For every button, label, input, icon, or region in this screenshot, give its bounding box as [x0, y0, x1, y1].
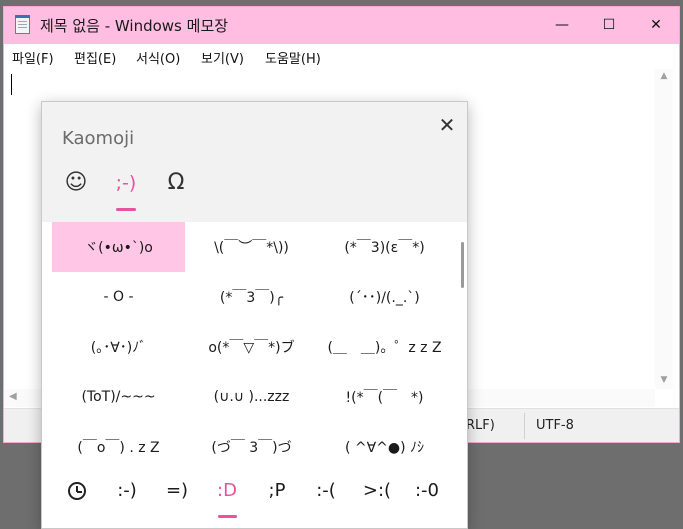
menu-view[interactable]: 보기(V)	[201, 48, 244, 67]
menu-help[interactable]: 도움말(H)	[265, 48, 321, 67]
subcategory-tab[interactable]: :-0	[410, 480, 444, 504]
scroll-up-icon[interactable]: ▲	[655, 71, 673, 81]
kaomoji-item[interactable]: (´･･)/(._.`)	[318, 272, 451, 322]
text-caret	[11, 74, 12, 95]
close-icon[interactable]: ✕	[434, 112, 460, 138]
active-subcategory-indicator	[218, 515, 237, 518]
kaomoji-item[interactable]: \(￣︶￣*\))	[185, 222, 318, 272]
subcategory-tab[interactable]: :-(	[311, 480, 341, 504]
kaomoji-item[interactable]: (＿ ＿)。゜z z Z	[318, 322, 451, 372]
kaomoji-item[interactable]: (づ￣ 3￣)づ	[185, 422, 318, 472]
active-category-indicator	[116, 208, 136, 211]
subcategory-tab[interactable]: =)	[162, 480, 192, 504]
maximize-button[interactable]: ☐	[586, 7, 632, 44]
menu-edit[interactable]: 편집(E)	[74, 48, 116, 67]
kaomoji-icon[interactable]: ;-)	[108, 172, 144, 210]
kaomoji-item[interactable]: o(*￣▽￣*)ブ	[185, 322, 318, 372]
kaomoji-item[interactable]: (*￣3)(ε￣*)	[318, 222, 451, 272]
notepad-icon	[15, 15, 30, 34]
kaomoji-item[interactable]: (∪.∪ )...zzz	[185, 372, 318, 422]
emoji-panel: Kaomoji ✕ ☺ ;-) Ω ヾ(•ω•`)o \(￣︶￣*\)) (*￣…	[41, 101, 468, 529]
menu-file[interactable]: 파일(F)	[12, 48, 54, 67]
kaomoji-item[interactable]: - O -	[52, 272, 185, 322]
scroll-left-icon[interactable]: ◀	[9, 391, 17, 402]
emoji-panel-header: Kaomoji ✕ ☺ ;-) Ω	[42, 102, 467, 222]
recent-clock-icon[interactable]	[68, 482, 86, 500]
omega-symbol-icon[interactable]: Ω	[158, 170, 194, 208]
status-divider	[524, 413, 525, 439]
kaomoji-item[interactable]: (ToT)/~~~	[52, 372, 185, 422]
menu-format[interactable]: 서식(O)	[136, 48, 180, 67]
kaomoji-subcategory-bar: :-) =) :D ;P :-( >:( :-0	[42, 472, 467, 528]
kaomoji-item[interactable]: (｡･∀･)ﾉﾞ	[52, 322, 185, 372]
title-bar[interactable]: 제목 없음 - Windows 메모장 — ☐ ✕	[4, 7, 679, 44]
status-encoding: UTF-8	[536, 418, 574, 433]
vertical-scrollbar[interactable]: ▲ ▼	[655, 69, 673, 389]
status-line-ending: RLF)	[466, 418, 495, 433]
kaomoji-item[interactable]: ( ^∀^●) ﾉｼ	[318, 422, 451, 472]
menu-bar: 파일(F) 편집(E) 서식(O) 보기(V) 도움말(H)	[4, 44, 679, 69]
subcategory-tab[interactable]: :-)	[112, 480, 142, 504]
kaomoji-item[interactable]: (￣o￣) . z Z	[52, 422, 185, 472]
panel-scrollbar-thumb[interactable]	[461, 242, 464, 288]
minimize-button[interactable]: —	[539, 7, 585, 44]
scroll-down-icon[interactable]: ▼	[655, 375, 673, 385]
subcategory-tab[interactable]: >:(	[360, 480, 394, 504]
kaomoji-item[interactable]: !(*￣(￣ *)	[318, 372, 451, 422]
panel-title: Kaomoji	[62, 128, 135, 149]
kaomoji-item[interactable]: ヾ(•ω•`)o	[52, 222, 185, 272]
subcategory-tab[interactable]: ;P	[262, 480, 292, 504]
kaomoji-grid: ヾ(•ω•`)o \(￣︶￣*\)) (*￣3)(ε￣*) - O - (*￣3…	[52, 222, 452, 472]
window-title: 제목 없음 - Windows 메모장	[40, 17, 229, 35]
kaomoji-item[interactable]: (*￣3￣)╭	[185, 272, 318, 322]
close-button[interactable]: ✕	[633, 7, 679, 44]
subcategory-tab-active[interactable]: :D	[212, 480, 242, 504]
smiley-icon[interactable]: ☺	[58, 170, 94, 208]
